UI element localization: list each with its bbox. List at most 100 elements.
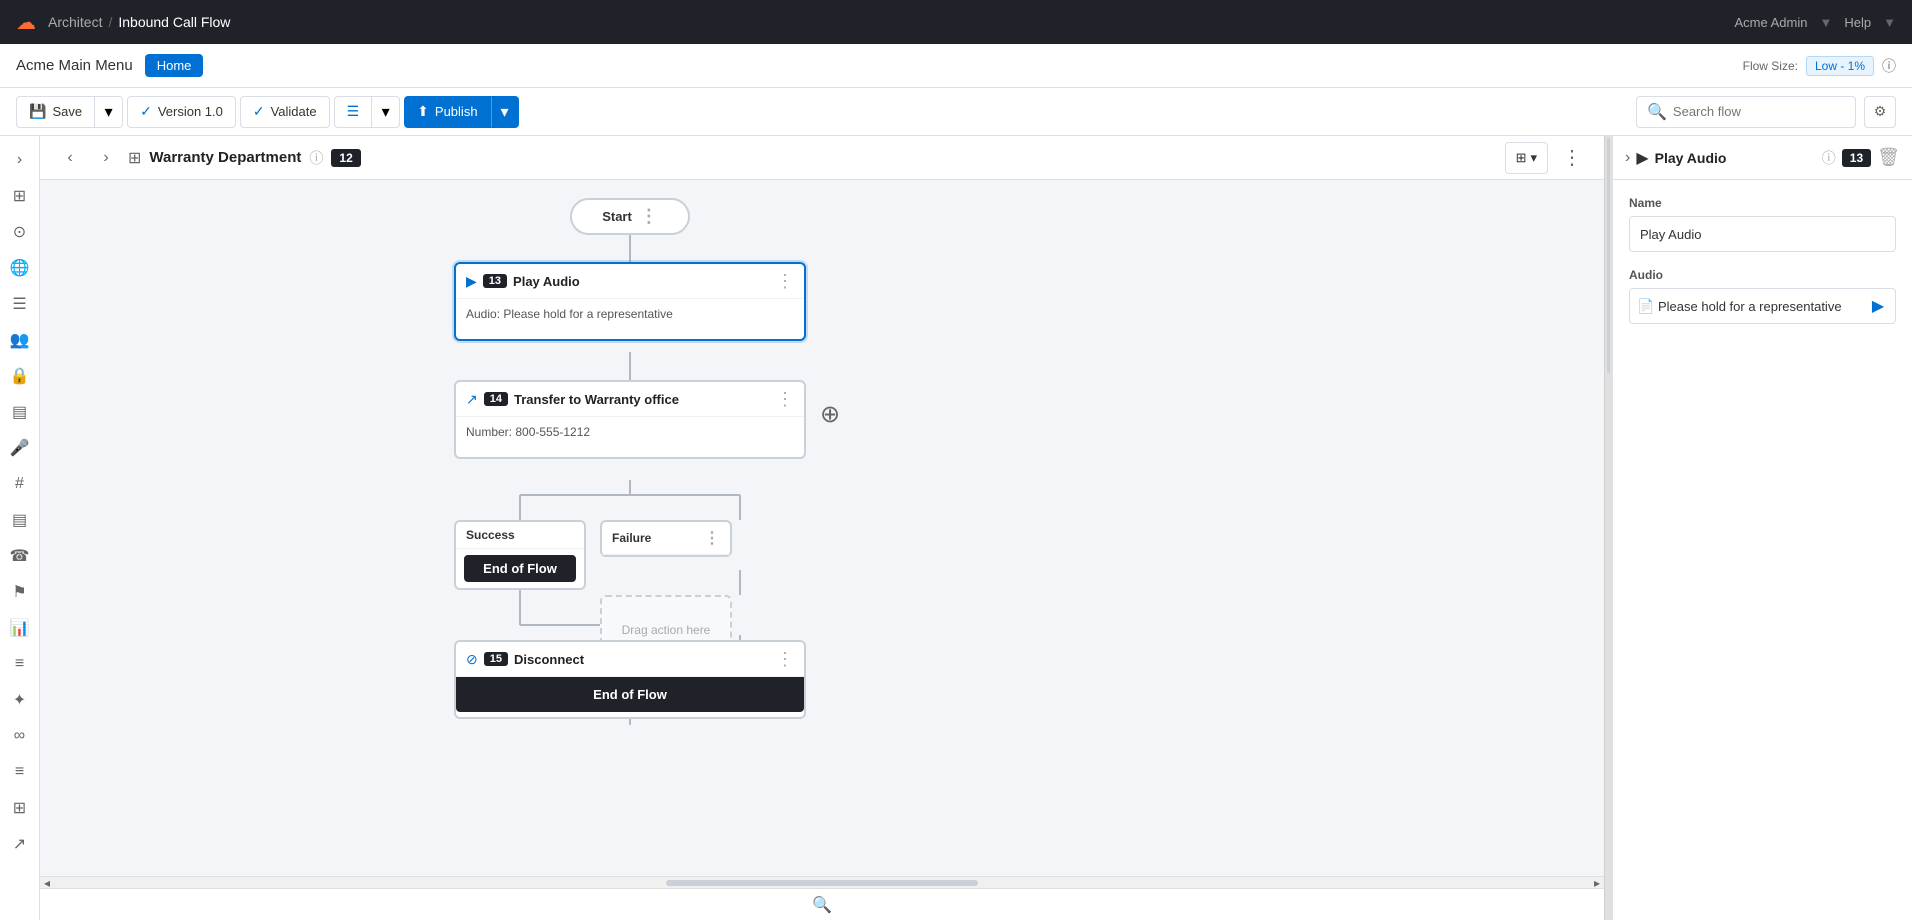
sidebar-item-inbox[interactable]: ☰	[4, 288, 36, 320]
publish-label: Publish	[435, 104, 478, 119]
user-label: Acme Admin	[1735, 15, 1808, 30]
sidebar-item-hash[interactable]: #	[4, 468, 36, 500]
audio-input-wrapper: 📄 ▶	[1629, 288, 1896, 324]
validate-button[interactable]: ✓ Validate	[240, 96, 330, 128]
zoom-icon[interactable]: 🔍	[812, 895, 832, 915]
dept-name: Warranty Department	[149, 149, 301, 166]
app-title: Acme Main Menu	[16, 57, 133, 74]
save-dropdown[interactable]: ▾	[95, 96, 123, 128]
publish-icon: ⬆	[417, 103, 429, 120]
transfer-badge: 14	[484, 392, 508, 406]
canvas-collapse-btn[interactable]: ‹	[56, 144, 84, 172]
success-end-flow[interactable]: End of Flow	[464, 555, 576, 582]
start-node[interactable]: Start ⋮	[570, 198, 690, 235]
help-button[interactable]: Help	[1844, 15, 1871, 30]
start-menu[interactable]: ⋮	[640, 206, 658, 227]
audio-file-icon: 📄	[1637, 298, 1654, 315]
play-audio-badge: 13	[483, 274, 507, 288]
right-panel: › ▶ Play Audio ⓘ 13 🗑 Name Audio 📄 ▶	[1612, 136, 1912, 920]
validate-label: Validate	[271, 104, 317, 119]
sidebar-item-users[interactable]: 👥	[4, 324, 36, 356]
failure-menu[interactable]: ⋮	[704, 528, 720, 548]
drag-placeholder-label: Drag action here	[622, 623, 711, 637]
canvas-zoom-bar: 🔍	[40, 888, 1604, 920]
disconnect-end-flow[interactable]: End of Flow	[456, 677, 804, 712]
sidebar-collapse-toggle[interactable]: ⊞	[4, 180, 36, 212]
sidebar-item-list[interactable]: ≡	[4, 756, 36, 788]
failure-branch[interactable]: Failure ⋮	[600, 520, 732, 557]
list-dropdown[interactable]: ▾	[372, 96, 400, 128]
scrollbar-thumb-v[interactable]	[1607, 138, 1610, 373]
canvas-scrollbar-h[interactable]: ◂ ▸	[40, 876, 1604, 888]
sidebar-item-menu[interactable]: ≡	[4, 648, 36, 680]
disconnect-node[interactable]: ⊘ 15 Disconnect ⋮ End of Flow	[454, 640, 806, 719]
transfer-title: Transfer to Warranty office	[514, 392, 770, 407]
publish-button[interactable]: ⬆ Publish	[404, 96, 490, 128]
toolbar-right: 🔍 ⚙	[1636, 96, 1896, 128]
name-field-input[interactable]	[1629, 216, 1896, 252]
sidebar-item-chart[interactable]: 📊	[4, 612, 36, 644]
canvas-container: ‹ › ⊞ Warranty Department ⓘ 12 ⊞ ▾ ⋮	[40, 136, 1604, 920]
home-tab[interactable]: Home	[145, 54, 204, 77]
top-navigation: ☁ Architect / Inbound Call Flow Acme Adm…	[0, 0, 1912, 44]
transfer-menu[interactable]: ⋮	[776, 390, 794, 408]
hierarchy-button[interactable]: ⊞ ▾	[1505, 142, 1548, 174]
panel-badge: 13	[1842, 149, 1871, 167]
filter-button[interactable]: ⚙	[1864, 96, 1896, 128]
sidebar-item-flow[interactable]: ⊙	[4, 216, 36, 248]
save-button[interactable]: 💾 Save	[16, 96, 95, 128]
play-audio-node[interactable]: ▶ 13 Play Audio ⋮ Audio: Please hold for…	[454, 262, 806, 341]
canvas-more-button[interactable]: ⋮	[1556, 142, 1588, 174]
audio-play-button[interactable]: ▶	[1866, 294, 1890, 318]
audio-field-input[interactable]	[1629, 288, 1896, 324]
breadcrumb-parent[interactable]: Architect	[48, 14, 102, 30]
panel-back-btn[interactable]: ›	[1625, 149, 1630, 167]
play-audio-menu[interactable]: ⋮	[776, 272, 794, 290]
sidebar-item-globe[interactable]: 🌐	[4, 252, 36, 284]
flow-size-info-icon[interactable]: ⓘ	[1882, 56, 1896, 76]
panel-info-icon[interactable]: ⓘ	[1822, 148, 1836, 168]
logo-icon: ☁	[16, 10, 36, 35]
success-branch[interactable]: Success End of Flow	[454, 520, 586, 590]
transfer-node[interactable]: ↗ 14 Transfer to Warranty office ⋮ Numbe…	[454, 380, 806, 459]
sidebar-item-grid[interactable]: ⊞	[4, 792, 36, 824]
sidebar-expand-toggle[interactable]: ›	[4, 144, 36, 176]
list-button[interactable]: ☰	[334, 96, 373, 128]
save-icon: 💾	[29, 103, 46, 120]
sidebar-item-lock[interactable]: 🔒	[4, 360, 36, 392]
canvas-scrollbar-v[interactable]	[1604, 136, 1612, 920]
scrollbar-thumb-h[interactable]	[666, 880, 979, 886]
breadcrumb-separator: /	[108, 14, 112, 30]
sidebar-item-mic[interactable]: 🎤	[4, 432, 36, 464]
name-field-group: Name	[1629, 196, 1896, 252]
search-flow-input[interactable]	[1673, 104, 1845, 119]
flow-canvas[interactable]: Start ⋮ ▶ 13 Play Audio ⋮ Audio: Please …	[40, 180, 1604, 888]
version-button[interactable]: ✓ Version 1.0	[127, 96, 236, 128]
scroll-left-btn[interactable]: ◂	[44, 876, 50, 889]
sidebar-item-external[interactable]: ↗	[4, 828, 36, 860]
play-audio-body: Audio: Please hold for a representative	[456, 299, 804, 339]
panel-delete-btn[interactable]: 🗑	[1877, 147, 1900, 168]
sidebar-item-reports[interactable]: ▤	[4, 504, 36, 536]
audio-field-label: Audio	[1629, 268, 1896, 282]
disconnect-icon: ⊘	[466, 651, 478, 668]
publish-dropdown[interactable]: ▾	[491, 96, 519, 128]
flow-connectors-svg	[40, 180, 1604, 888]
dept-badge: 12	[331, 149, 360, 167]
sidebar-item-phone[interactable]: ☎	[4, 540, 36, 572]
sidebar-item-flag[interactable]: ⚑	[4, 576, 36, 608]
audio-field-group: Audio 📄 ▶	[1629, 268, 1896, 324]
sidebar-item-routing[interactable]: ✦	[4, 684, 36, 716]
disconnect-menu[interactable]: ⋮	[776, 650, 794, 668]
sidebar-item-infinity[interactable]: ∞	[4, 720, 36, 752]
dept-info-icon[interactable]: ⓘ	[309, 148, 323, 168]
scroll-right-btn[interactable]: ▸	[1594, 876, 1600, 889]
canvas-expand-btn[interactable]: ›	[92, 144, 120, 172]
disconnect-node-header: ⊘ 15 Disconnect ⋮	[456, 642, 804, 677]
search-flow-container: 🔍	[1636, 96, 1856, 128]
disconnect-badge: 15	[484, 652, 508, 666]
name-field-label: Name	[1629, 196, 1896, 210]
dept-icon: ⊞	[128, 148, 141, 168]
hierarchy-dropdown-icon: ▾	[1530, 150, 1537, 166]
sidebar-item-data[interactable]: ▤	[4, 396, 36, 428]
